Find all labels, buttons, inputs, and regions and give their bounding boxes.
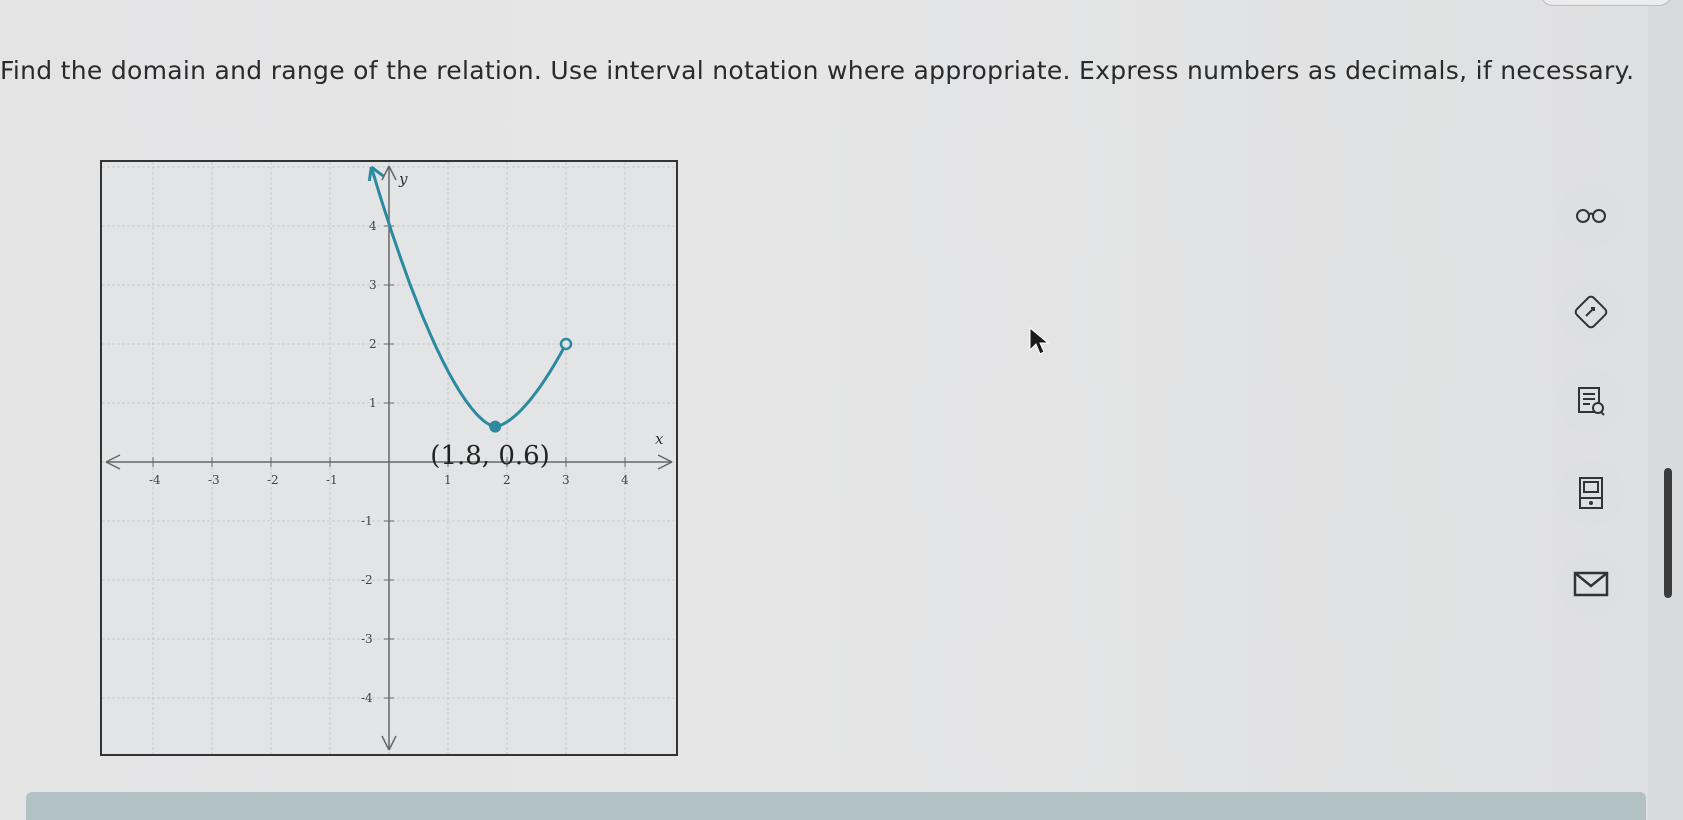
y-tick-label: -1 bbox=[361, 514, 373, 528]
x-tick-label: 1 bbox=[444, 473, 452, 487]
bottom-bar bbox=[26, 792, 1646, 820]
top-pill bbox=[1540, 0, 1672, 6]
y-tick-label: -3 bbox=[361, 632, 373, 646]
y-tick-label: 3 bbox=[369, 278, 377, 292]
y-tick-label: -2 bbox=[361, 573, 373, 587]
mail-icon bbox=[1573, 571, 1609, 597]
calculator-button[interactable] bbox=[1558, 460, 1624, 526]
scrollbar[interactable] bbox=[1664, 468, 1672, 598]
question-text: Find the domain and range of the relatio… bbox=[0, 56, 1635, 85]
x-tick-label: -1 bbox=[326, 473, 338, 487]
pencil-diamond-icon bbox=[1574, 295, 1608, 329]
x-tick-label: 4 bbox=[621, 473, 629, 487]
mail-button[interactable] bbox=[1558, 551, 1624, 617]
right-endpoint-open-circle bbox=[559, 337, 573, 351]
x-tick-label: -2 bbox=[267, 473, 279, 487]
glasses-button[interactable] bbox=[1558, 182, 1624, 248]
x-tick-label: 3 bbox=[562, 473, 570, 487]
x-axis-label: x bbox=[655, 430, 664, 448]
y-tick-label: 1 bbox=[369, 396, 377, 410]
y-tick-label: -4 bbox=[361, 691, 373, 705]
glasses-icon bbox=[1576, 209, 1606, 223]
graph: x y -4 -3 -2 -1 1 2 3 4 4 3 2 1 -1 -2 -3 -4 (1.8, 0.6) bbox=[100, 160, 678, 756]
notes-search-icon bbox=[1578, 387, 1605, 416]
y-tick-label: 2 bbox=[369, 337, 377, 351]
vertex-label: (1.8, 0.6) bbox=[430, 441, 550, 471]
y-axis-label: y bbox=[398, 170, 408, 188]
x-tick-label: -4 bbox=[149, 473, 161, 487]
explain-button[interactable] bbox=[1558, 279, 1624, 345]
graph-svg: x y -4 -3 -2 -1 1 2 3 4 4 3 2 1 -1 -2 -3 -4 (1.8, 0.6) bbox=[102, 162, 676, 754]
x-tick-label: 2 bbox=[503, 473, 511, 487]
vertex-closed-point bbox=[489, 420, 502, 433]
notes-button[interactable] bbox=[1558, 368, 1624, 434]
screen: Find the domain and range of the relatio… bbox=[0, 0, 1648, 820]
calculator-book-icon bbox=[1579, 477, 1603, 509]
x-tick-label: -3 bbox=[208, 473, 220, 487]
mouse-cursor-icon bbox=[1029, 326, 1050, 355]
relation-curve bbox=[369, 166, 568, 429]
y-tick-label: 4 bbox=[369, 219, 377, 233]
